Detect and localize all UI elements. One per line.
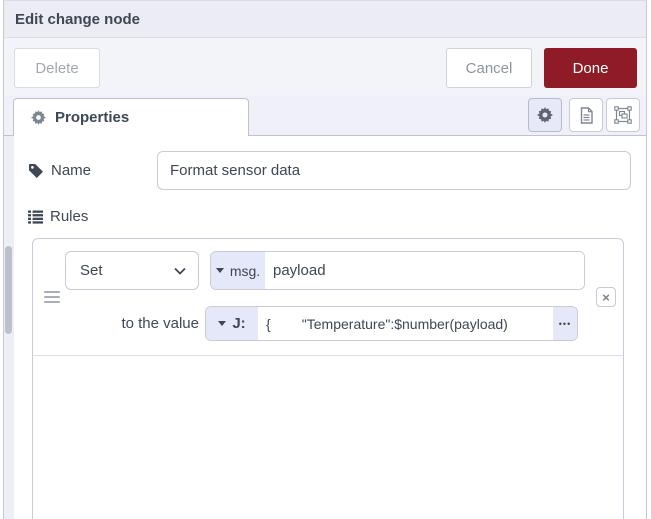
ellipsis-icon: ••• <box>559 319 571 329</box>
to-the-value-label: to the value <box>33 315 205 332</box>
caret-down-icon <box>216 268 224 273</box>
appearance-tab-button[interactable] <box>606 98 640 132</box>
gear-icon <box>537 107 553 123</box>
dialog-toolbar: Delete Cancel Done <box>4 38 646 96</box>
drag-handle[interactable] <box>44 288 60 306</box>
remove-rule-button[interactable]: × <box>596 287 616 307</box>
rule-row: Set msg. <box>33 239 623 356</box>
action-select[interactable]: Set <box>65 251 199 290</box>
name-label-row: Name <box>28 162 91 179</box>
chevron-down-icon <box>174 267 186 275</box>
tab-properties-label: Properties <box>55 109 129 126</box>
properties-tab-button[interactable] <box>528 98 562 132</box>
edit-change-node-dialog: Edit change node Delete Cancel Done Prop… <box>3 0 647 519</box>
document-icon <box>579 107 594 124</box>
rule-value-row: to the value J: { "Temperature":$number(… <box>33 306 578 341</box>
value-type-button[interactable]: J: <box>206 307 258 340</box>
tab-properties[interactable]: Properties <box>13 98 249 136</box>
expand-expression-button[interactable]: ••• <box>553 307 577 340</box>
cancel-button[interactable]: Cancel <box>446 48 532 88</box>
delete-button[interactable]: Delete <box>14 48 100 88</box>
object-group-icon <box>614 106 632 124</box>
scrollbar-thumb[interactable] <box>5 246 12 334</box>
scrollbar-track <box>4 136 14 519</box>
property-typed-input: msg. <box>210 251 585 290</box>
name-label: Name <box>51 162 91 179</box>
property-type-button[interactable]: msg. <box>211 252 265 289</box>
name-input[interactable] <box>157 151 631 190</box>
tab-bar: Properties <box>4 96 646 136</box>
value-typed-input: J: { "Temperature":$number(payload) ••• <box>205 306 578 341</box>
property-input[interactable] <box>265 252 584 289</box>
tag-icon <box>28 163 44 179</box>
tray-content: Name Rules <box>4 136 646 519</box>
list-icon <box>28 210 43 224</box>
dialog-title: Edit change node <box>15 11 140 28</box>
rules-label: Rules <box>50 208 88 225</box>
rule-property-row: Set msg. <box>65 251 585 290</box>
property-type-label: msg. <box>230 263 260 279</box>
description-tab-button[interactable] <box>569 98 603 132</box>
caret-down-icon <box>218 321 226 326</box>
action-select-value: Set <box>80 262 103 279</box>
jsonata-icon: J: <box>232 315 245 332</box>
properties-form: Name Rules <box>14 136 646 519</box>
gear-icon <box>31 110 46 125</box>
rules-list: Set msg. <box>32 238 624 519</box>
close-icon: × <box>602 291 610 304</box>
done-button[interactable]: Done <box>544 48 637 88</box>
dialog-header: Edit change node <box>4 1 646 38</box>
rules-label-row: Rules <box>28 208 88 225</box>
expression-input[interactable]: { "Temperature":$number(payload) <box>258 307 553 340</box>
